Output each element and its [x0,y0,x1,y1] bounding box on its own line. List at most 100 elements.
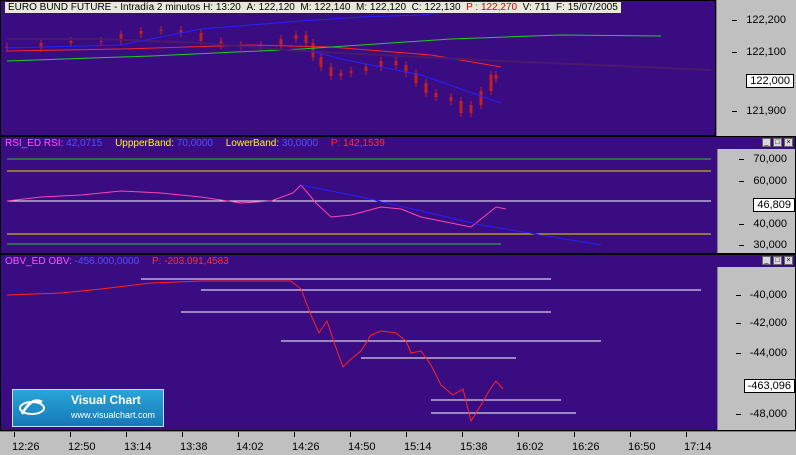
time-tick-mark [14,432,15,437]
time-tick-mark [294,432,295,437]
time-tick-label: 16:02 [516,441,544,453]
close-icon[interactable]: × [784,256,793,265]
rsi-p-value: 142,1539 [343,138,385,149]
time-tick-label: 14:02 [236,441,264,453]
rsi-tick: 60,000 [739,175,787,187]
time-tick-mark [238,432,239,437]
time-tick-mark [350,432,351,437]
rsi-value: 42,0715 [66,138,103,149]
time-tick-mark [70,432,71,437]
time-tick-label: 12:26 [12,441,40,453]
rsi-pane-title: RSI_ED RSI: 42,0715 UppperBand: 70,0000 … [5,138,385,149]
rsi-lower-value: 30,0000 [281,138,319,149]
price-candle-body [379,61,383,67]
time-tick-label: 13:38 [180,441,208,453]
logo-url: www.visualchart.com [71,410,156,420]
obv-tick: -40,000 [735,289,787,301]
obv-tick: -42,000 [735,317,787,329]
rsi-tick: 70,000 [739,153,787,165]
price-candle-body [99,41,103,42]
time-tick-mark [630,432,631,437]
minimize-icon[interactable]: _ [762,256,771,265]
price-candle-body [434,93,438,97]
rsi-line [6,184,507,228]
v-value: 711 [534,2,551,13]
rsi-pane[interactable]: RSI_ED RSI: 42,0715 UppperBand: 70,0000 … [0,136,796,254]
price-pane-title: EURO BUND FUTURE - Intradía 2 minutos H:… [5,2,621,13]
obv-axis[interactable]: -40,000 -42,000 -44,000 -48,000 -463,096 [717,267,795,430]
a-value: 122,120 [258,2,295,13]
time-tick-label: 15:38 [460,441,488,453]
rsi-upper-value: 70,0000 [176,138,213,149]
time-tick-label: 16:50 [628,441,656,453]
price-ma-blue-upper [6,10,452,49]
time-axis[interactable]: 12:26 12:50 13:14 13:38 14:02 14:26 14:50 15:14… [0,431,796,455]
time-tick-mark [406,432,407,437]
price-candle-body [139,31,143,34]
rsi-tick: 40,000 [739,218,787,230]
obv-window-buttons: _ □ × [762,256,793,265]
time-tick-mark [574,432,575,437]
price-candle-body [489,75,493,91]
obv-tick: -44,000 [735,347,787,359]
price-candle-body [349,71,353,73]
price-trendline [7,38,712,71]
maximize-icon[interactable]: □ [773,138,782,147]
price-candle-body [494,75,498,79]
p-value: 122,270 [480,2,518,13]
logo-name: Visual Chart [71,393,141,407]
time-tick-label: 14:26 [292,441,320,453]
time-tick-label: 14:50 [348,441,376,453]
price-candle-body [159,30,163,31]
minimize-icon[interactable]: _ [762,138,771,147]
rsi-last-value: 46,809 [753,198,795,212]
price-title-box: EURO BUND FUTURE - Intradía 2 minutos H:… [5,2,621,13]
price-last-value: 122,000 [746,74,794,88]
price-candle-body [479,91,483,105]
price-candle-body [329,67,333,76]
m-value: 122,140 [314,2,351,13]
obv-p-value: -203.091,4583 [164,256,229,267]
obv-pane-title: OBV_ED OBV: -456.000,0000 P: -203.091,45… [5,256,229,267]
price-candle-body [469,105,473,113]
time-tick-mark [686,432,687,437]
rsi-window-buttons: _ □ × [762,138,793,147]
maximize-icon[interactable]: □ [773,256,782,265]
obv-name: OBV_ED [5,256,46,267]
price-candle-body [69,41,73,43]
rsi-axis[interactable]: 70,000 60,000 40,000 30,000 46,809 [717,149,795,253]
visual-chart-logo: Visual Chart www.visualchart.com [12,389,164,427]
logo-swoosh-icon [19,399,45,415]
h-value: 13:20 [215,2,241,13]
price-chart[interactable] [1,1,716,136]
price-tick: 122,100 [732,46,786,58]
price-candle-body [424,83,428,93]
time-tick-mark [518,432,519,437]
price-pane[interactable]: EURO BUND FUTURE - Intradía 2 minutos H:… [0,0,716,136]
time-tick-label: 12:50 [68,441,96,453]
rsi-chart[interactable] [1,137,717,254]
price-ma-red [6,44,502,68]
obv-value: -456.000,0000 [74,256,140,267]
instrument-name: EURO BUND FUTURE [8,2,112,13]
price-tick: 122,200 [732,14,786,26]
price-candle-body [459,101,463,113]
price-candle-body [304,35,308,43]
price-candle-body [394,61,398,65]
price-candle-body [294,35,298,39]
price-candle-body [339,73,343,76]
price-candle-body [449,97,453,101]
interval-label: Intradía 2 minutos [120,2,201,13]
price-candle-body [319,57,323,67]
obv-last-value: -463,096 [743,379,795,393]
price-axis[interactable]: 122,200 122,100 121,900 122,000 [716,0,796,136]
mn-value: 122,120 [369,2,407,13]
time-tick-label: 16:26 [572,441,600,453]
obv-tick: -48,000 [735,408,787,420]
price-candle-body [364,67,368,71]
rsi-tick: 30,000 [739,239,787,251]
time-tick-label: 13:14 [124,441,152,453]
f-value: 15/07/2005 [567,2,618,13]
close-icon[interactable]: × [784,138,793,147]
time-tick-mark [126,432,127,437]
